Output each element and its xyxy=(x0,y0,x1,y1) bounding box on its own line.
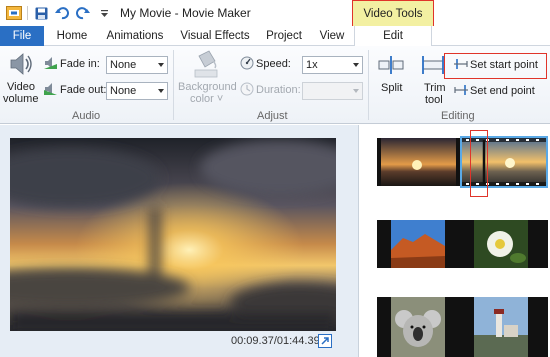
split-button[interactable] xyxy=(378,54,404,79)
set-end-point-icon xyxy=(454,84,468,99)
fade-out-select[interactable]: None xyxy=(106,82,168,100)
speaker-icon xyxy=(10,53,32,75)
storyboard-clip-koala[interactable] xyxy=(377,297,460,357)
storyboard[interactable] xyxy=(358,125,550,357)
clip-thumbnail xyxy=(460,220,548,268)
tab-animations[interactable]: Animations xyxy=(104,26,166,46)
preview-pane: 00:09.37/01:44.39 xyxy=(0,125,352,357)
sunset-preview-image xyxy=(10,138,336,331)
fade-in-select[interactable]: None xyxy=(106,56,168,74)
tab-project[interactable]: Project xyxy=(262,26,306,46)
audio-group-label: Audio xyxy=(72,110,101,122)
timecode: 00:09.37/01:44.39 xyxy=(231,335,320,347)
background-color-button[interactable] xyxy=(193,50,219,81)
split-label: Split xyxy=(381,82,403,94)
chevron-down-icon xyxy=(158,63,164,67)
editing-group-label: Editing xyxy=(441,110,475,122)
tab-home[interactable]: Home xyxy=(52,26,92,46)
fade-out-value: None xyxy=(110,85,137,97)
fade-in-icon xyxy=(44,56,58,73)
group-separator xyxy=(173,50,174,120)
video-tools-label: Video Tools xyxy=(363,8,423,20)
chevron-down-icon xyxy=(353,89,359,93)
trim-tool-label-1: Trim xyxy=(424,82,446,94)
app-menu-icon[interactable] xyxy=(6,5,22,21)
chevron-down-icon xyxy=(353,63,359,67)
workspace: 00:09.37/01:44.39 xyxy=(0,125,550,357)
trim-tool-button[interactable] xyxy=(420,54,446,79)
tab-visual-effects[interactable]: Visual Effects xyxy=(180,26,250,46)
window-title: My Movie - Movie Maker xyxy=(120,6,251,20)
preview-video[interactable] xyxy=(10,138,336,331)
fade-out-icon xyxy=(44,82,58,99)
save-icon[interactable] xyxy=(33,5,49,21)
adjust-group-label: Adjust xyxy=(257,110,288,122)
background-color-label-2: color ˅ xyxy=(190,93,224,105)
video-volume-label-1: Video xyxy=(7,81,35,93)
speed-icon xyxy=(240,56,254,73)
quick-access-toolbar xyxy=(0,0,112,26)
storyboard-clip-desert[interactable] xyxy=(377,220,460,268)
fullscreen-button[interactable] xyxy=(318,334,332,348)
set-start-point-highlight xyxy=(444,53,547,79)
fade-in-label: Fade in: xyxy=(60,58,100,70)
trim-tool-label-2: tool xyxy=(425,94,443,106)
duration-select[interactable] xyxy=(302,82,363,100)
fade-in-value: None xyxy=(110,59,137,71)
undo-icon[interactable] xyxy=(54,5,70,21)
chevron-down-icon xyxy=(158,89,164,93)
paint-bucket-icon xyxy=(194,50,218,78)
storyboard-clip-flower[interactable] xyxy=(460,220,548,268)
duration-label: Duration: xyxy=(256,84,301,96)
speed-label: Speed: xyxy=(256,58,291,70)
split-icon xyxy=(378,56,404,74)
background-color-label-1: Background xyxy=(178,81,237,93)
fade-out-label: Fade out: xyxy=(60,84,107,96)
storyboard-clip-sunset-1[interactable] xyxy=(377,138,460,186)
ribbon-tabs: File Home Animations Visual Effects Proj… xyxy=(0,26,550,46)
speed-value: 1x xyxy=(306,59,318,71)
redo-icon[interactable] xyxy=(75,5,91,21)
expand-icon xyxy=(321,337,329,345)
title-bar: My Movie - Movie Maker xyxy=(0,0,550,26)
trim-icon xyxy=(422,56,444,74)
duration-icon xyxy=(240,82,254,99)
set-end-point-button[interactable]: Set end point xyxy=(470,85,535,97)
customize-qat-icon[interactable] xyxy=(96,5,112,21)
qat-divider xyxy=(27,6,28,20)
clip-thumbnail xyxy=(460,297,548,357)
storyboard-clip-lighthouse[interactable] xyxy=(460,297,548,357)
playhead-highlight xyxy=(470,130,488,197)
group-separator xyxy=(368,50,369,120)
tab-view[interactable]: View xyxy=(316,26,348,46)
clip-thumbnail xyxy=(377,220,460,268)
tab-file[interactable]: File xyxy=(0,26,44,46)
video-volume-label-2: volume xyxy=(3,93,39,105)
clip-thumbnail xyxy=(377,138,460,186)
clip-thumbnail xyxy=(377,297,460,357)
speed-select[interactable]: 1x xyxy=(302,56,363,74)
video-volume-button[interactable] xyxy=(8,51,34,80)
